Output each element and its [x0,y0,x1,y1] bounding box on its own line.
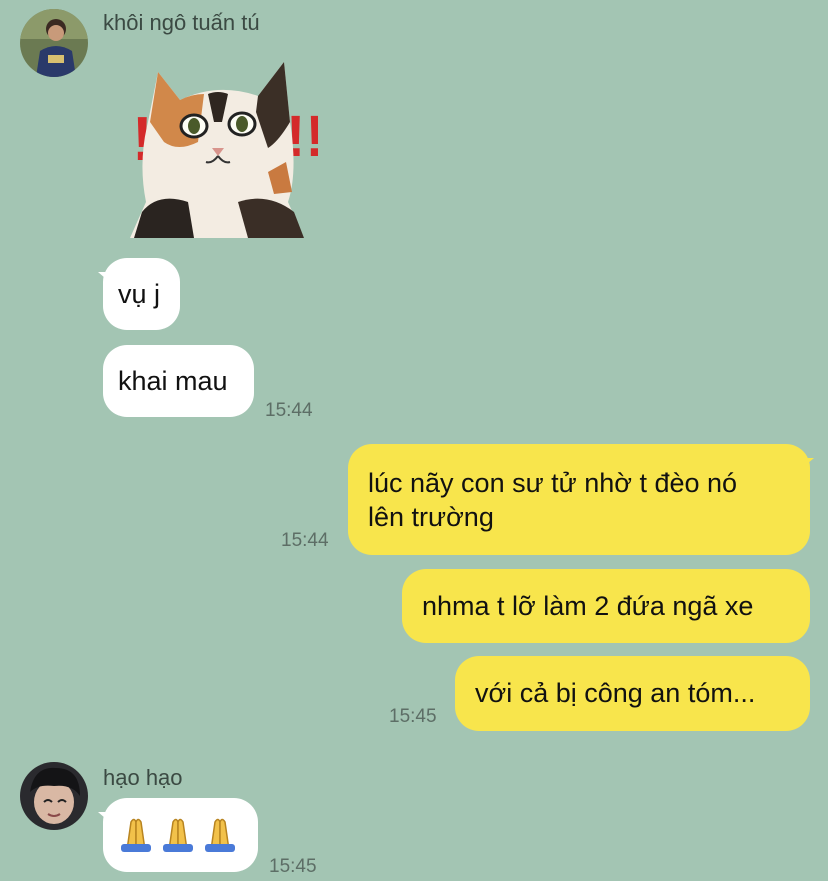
message-bubble[interactable]: vụ j [103,258,180,330]
message-timestamp: 15:44 [265,400,313,421]
message-bubble[interactable]: nhma t lỡ làm 2 đứa ngã xe [402,569,810,643]
message-text: lúc nãy con sư tử nhờ t đèo nó [368,468,738,498]
message-timestamp: 15:44 [281,530,329,551]
message-bubble[interactable]: 🙏🙏🙏 [103,798,258,872]
sender-name: hạo hạo [103,765,183,790]
message-text: với cả bị công an tóm... [475,678,756,708]
avatar[interactable] [20,9,88,77]
message-text: khai mau [118,366,228,396]
avatar[interactable] [20,762,88,830]
message-text: lên trường [368,502,494,532]
message-bubble[interactable]: lúc nãy con sư tử nhờ t đèo nó lên trườn… [348,444,810,555]
shocked-cat-sticker-icon[interactable]: ! !! [118,52,325,242]
bubble-tail [800,458,814,470]
message-text: nhma t lỡ làm 2 đứa ngã xe [422,591,754,621]
message-bubble[interactable]: khai mau [103,345,254,417]
message-timestamp: 15:45 [389,706,437,727]
message-text: vụ j [118,279,161,309]
message-bubble[interactable]: với cả bị công an tóm... [455,656,810,731]
message-timestamp: 15:45 [269,856,317,877]
sender-name: khôi ngô tuấn tú [103,10,260,35]
